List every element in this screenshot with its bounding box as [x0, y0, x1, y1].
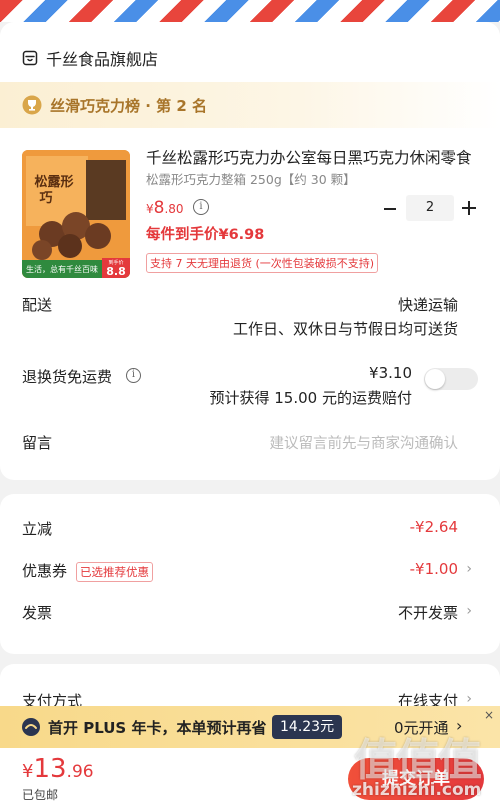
ranking-text: 丝滑巧克力榜 · 第 2 名	[50, 96, 208, 115]
toggle-knob	[425, 369, 445, 389]
return-shipping-note: 预计获得 15.00 元的运费赔付	[209, 387, 412, 408]
shipping-included-note: 已包邮	[22, 788, 59, 802]
quantity-increase-button[interactable]	[462, 201, 476, 215]
product-badge-price-label: 到手价	[108, 259, 123, 266]
trophy-icon	[22, 95, 42, 115]
price-decimal: .80	[164, 202, 184, 216]
coupon-value[interactable]: -¥1.00	[410, 560, 458, 578]
order-total: ¥ 13 .96	[22, 754, 94, 784]
discount-card: 立减 -¥2.64 优惠券 已选推荐优惠 -¥1.00 › 发票 不开发票 ›	[0, 494, 500, 654]
plus-save-amount: 14.23元	[272, 715, 343, 739]
note-prefix: 预计获得	[209, 389, 275, 407]
store-name: 千丝食品旗舰店	[46, 50, 159, 69]
coupon-recommended-tag: 已选推荐优惠	[76, 562, 153, 582]
total-integer: 13	[33, 754, 67, 784]
store-icon	[22, 50, 38, 66]
delivery-schedule[interactable]: 工作日、双休日与节假日均可送货	[233, 318, 458, 339]
checkout-bar: ¥ 13 .96 已包邮 提交订单	[0, 748, 500, 808]
airmail-stripe-decoration	[0, 0, 500, 22]
product-price: ¥ 8 .80	[146, 198, 184, 218]
per-item-price: 每件到手价¥6.98	[146, 227, 265, 243]
return-shipping-toggle[interactable]	[424, 368, 478, 390]
plus-banner-text: 首开 PLUS 年卡，本单预计再省	[48, 719, 267, 737]
svg-text:松露形: 松露形	[34, 174, 73, 190]
chevron-right-icon[interactable]: ›	[466, 691, 472, 707]
chevron-right-icon[interactable]: ›	[466, 561, 472, 577]
price-integer: 8	[153, 198, 165, 218]
note-amount: 15.00	[274, 389, 318, 407]
quantity-input[interactable]: 2	[406, 195, 454, 221]
return-shipping-info-icon[interactable]: i	[126, 368, 141, 383]
plus-membership-banner[interactable]: 首开 PLUS 年卡，本单预计再省 14.23元 0元开通 › ×	[0, 706, 500, 748]
plus-badge-icon	[22, 718, 40, 736]
plus-open-button[interactable]: 0元开通	[394, 717, 449, 738]
invoice-label: 发票	[22, 604, 53, 622]
product-title[interactable]: 千丝松露形巧克力办公室每日黑巧克力休闲零食	[146, 146, 476, 168]
return-shipping-price: ¥3.10	[369, 364, 412, 382]
product-badge-slogan: 生活，总有千丝百味	[26, 264, 98, 274]
message-label: 留言	[22, 434, 53, 452]
delivery-method[interactable]: 快递运输	[398, 294, 458, 315]
product-spec[interactable]: 松露形巧克力整箱 250g【约 30 颗】	[146, 169, 356, 188]
ranking-banner[interactable]: 丝滑巧克力榜 · 第 2 名	[0, 82, 500, 128]
price-currency: ¥	[146, 202, 154, 216]
close-icon[interactable]: ×	[484, 708, 494, 722]
invoice-value[interactable]: 不开发票	[398, 602, 458, 623]
total-decimal: .96	[66, 762, 94, 782]
chevron-right-icon[interactable]: ›	[466, 603, 472, 619]
instant-discount-value: -¥2.64	[409, 518, 458, 536]
note-suffix: 元的运费赔付	[317, 389, 412, 407]
price-info-icon[interactable]: i	[193, 199, 209, 215]
instant-discount-label: 立减	[22, 520, 53, 538]
return-policy-tag: 支持 7 天无理由退货 (一次性包装破损不支持)	[146, 253, 379, 273]
message-input[interactable]: 建议留言前先与商家沟通确认	[270, 432, 459, 453]
return-shipping-label: 退换货免运费	[22, 368, 113, 386]
product-badge-price: 8.8	[106, 265, 126, 278]
coupon-label: 优惠券	[22, 562, 68, 580]
product-image-art: 松露形 巧 生活，总有千丝百味 8.8 到手价	[22, 150, 130, 278]
product-image[interactable]: 松露形 巧 生活，总有千丝百味 8.8 到手价	[22, 150, 130, 278]
submit-order-button[interactable]: 提交订单	[348, 758, 484, 800]
delivery-label: 配送	[22, 296, 53, 314]
quantity-decrease-button[interactable]	[384, 208, 396, 210]
total-currency: ¥	[22, 761, 34, 782]
svg-text:巧: 巧	[39, 191, 52, 206]
store-header[interactable]: 千丝食品旗舰店	[22, 46, 158, 70]
order-item-card: 千丝食品旗舰店 丝滑巧克力榜 · 第 2 名 松露形 巧 生活，总有千丝百味 8…	[0, 22, 500, 480]
chevron-right-icon[interactable]: ›	[456, 716, 462, 735]
